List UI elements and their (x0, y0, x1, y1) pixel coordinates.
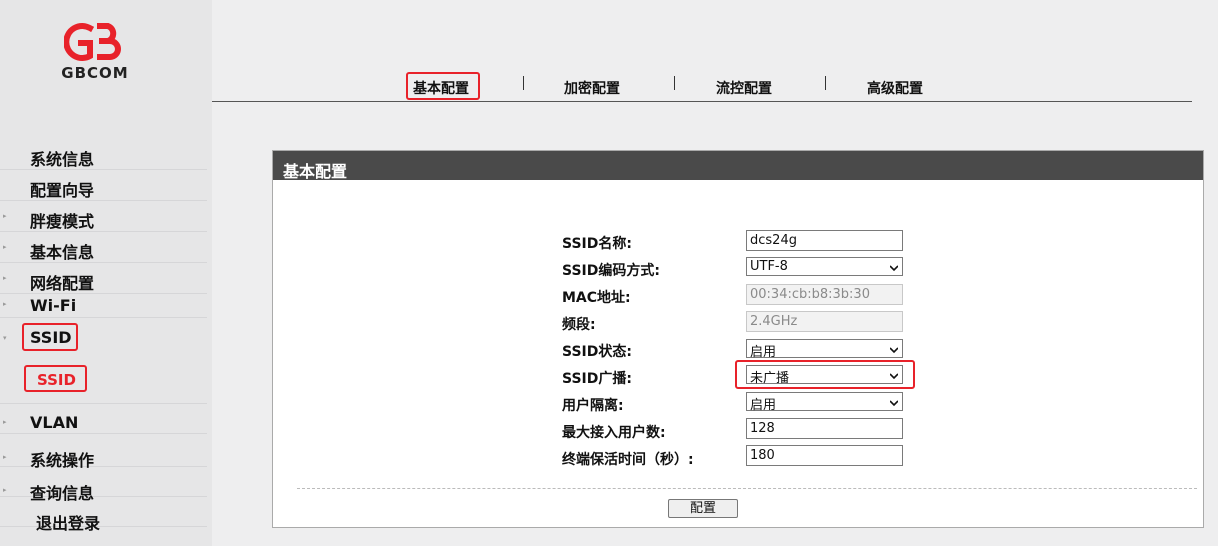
frequency-band-label: 频段: (562, 317, 596, 333)
tab-separator (825, 76, 826, 90)
sidebar-item-label: VLAN (30, 413, 79, 432)
chevron-down-icon (890, 347, 898, 354)
ssid-status-label: SSID状态: (562, 344, 632, 360)
apply-config-button[interactable]: 配置 (668, 499, 738, 518)
sidebar-item-label: 配置向导 (30, 181, 95, 200)
chevron-down-icon (890, 373, 898, 380)
expand-arrow-icon: ▸ (3, 418, 7, 426)
field-value: 00:34:cb:b8:3b:30 (750, 287, 870, 302)
sidebar-subitem-ssid[interactable]: SSID (37, 371, 76, 389)
sidebar-item-ssid[interactable]: ▾ SSID SSID (0, 318, 207, 404)
max-users-input[interactable]: 128 (746, 418, 903, 439)
sidebar-item-wifi[interactable]: ▸ Wi-Fi (0, 290, 207, 318)
field-value: dcs24g (750, 233, 797, 248)
expand-arrow-icon: ▸ (3, 486, 7, 494)
field-value: 未广播 (750, 371, 790, 386)
panel-title: 基本配置 (273, 151, 1203, 181)
sidebar-item-config-wizard[interactable]: 配置向导 (0, 171, 207, 201)
sidebar-item-label: 系统信息 (30, 150, 95, 169)
sidebar-item-query-info[interactable]: ▸ 查询信息 (0, 467, 207, 503)
user-isolation-select[interactable]: 启用 (746, 392, 903, 413)
expand-arrow-icon: ▸ (3, 212, 7, 220)
tab-flow-control-config[interactable]: 流控配置 (716, 78, 772, 98)
sidebar: GBCOM 系统信息 配置向导 ▸ 胖瘦模式 ▸ 基本信息 ▸ 网络配置 ▸ W… (0, 0, 212, 546)
gbcom-logo-mark-icon (64, 23, 121, 61)
expand-arrow-icon: ▸ (3, 453, 7, 461)
ssid-name-label: SSID名称: (562, 236, 632, 252)
sidebar-item-vlan[interactable]: ▸ VLAN (0, 404, 207, 434)
ssid-encoding-select[interactable]: UTF-8 (746, 257, 903, 276)
keepalive-time-label: 终端保活时间（秒）: (562, 452, 694, 468)
keepalive-time-input[interactable]: 180 (746, 445, 903, 466)
sidebar-item-basic-info[interactable]: ▸ 基本信息 (0, 233, 207, 263)
tab-separator (674, 76, 675, 90)
sidebar-item-system-info[interactable]: 系统信息 (0, 140, 207, 170)
field-value: 启用 (750, 345, 777, 360)
config-tabs: 基本配置 加密配置 流控配置 高级配置 (212, 70, 1192, 102)
mac-address-label: MAC地址: (562, 290, 631, 306)
basic-config-panel: 基本配置 SSID名称: dcs24g SSID编码方式: UTF-8 MAC地… (272, 150, 1204, 528)
form-divider (297, 488, 1197, 489)
tab-advanced-config[interactable]: 高级配置 (867, 78, 923, 98)
sidebar-item-label: SSID (30, 328, 72, 347)
sidebar-item-fat-thin-mode[interactable]: ▸ 胖瘦模式 (0, 202, 207, 232)
sidebar-item-label: 退出登录 (36, 514, 101, 533)
expand-arrow-icon: ▸ (3, 300, 7, 308)
gbcom-logo: GBCOM (50, 16, 140, 86)
mac-address-field: 00:34:cb:b8:3b:30 (746, 284, 903, 305)
frequency-band-field: 2.4GHz (746, 311, 903, 332)
expand-arrow-icon: ▸ (3, 274, 7, 282)
field-value: 2.4GHz (750, 314, 798, 329)
field-value: UTF-8 (750, 259, 788, 274)
logo-wordmark: GBCOM (61, 64, 129, 82)
ssid-broadcast-label: SSID广播: (562, 371, 632, 387)
tab-basic-config[interactable]: 基本配置 (413, 78, 469, 98)
sidebar-item-label: 基本信息 (30, 243, 95, 262)
sidebar-item-label: Wi-Fi (30, 296, 77, 315)
expand-arrow-icon: ▸ (3, 243, 7, 251)
sidebar-item-label: 胖瘦模式 (30, 212, 95, 231)
user-isolation-label: 用户隔离: (562, 398, 624, 414)
chevron-down-icon (890, 400, 898, 407)
ssid-broadcast-select[interactable]: 未广播 (746, 365, 903, 386)
ssid-name-input[interactable]: dcs24g (746, 230, 903, 251)
sidebar-item-logout[interactable]: 退出登录 (0, 497, 207, 533)
field-value: 180 (750, 448, 775, 463)
ssid-status-select[interactable]: 启用 (746, 339, 903, 360)
ssid-encoding-label: SSID编码方式: (562, 263, 660, 279)
tab-encryption-config[interactable]: 加密配置 (564, 78, 620, 98)
max-users-label: 最大接入用户数: (562, 425, 666, 441)
chevron-down-icon (890, 265, 898, 272)
field-value: 启用 (750, 398, 777, 413)
tab-separator (523, 76, 524, 90)
field-value: 128 (750, 421, 775, 436)
collapse-arrow-icon: ▾ (3, 334, 7, 342)
sidebar-item-system-ops[interactable]: ▸ 系统操作 (0, 434, 207, 470)
